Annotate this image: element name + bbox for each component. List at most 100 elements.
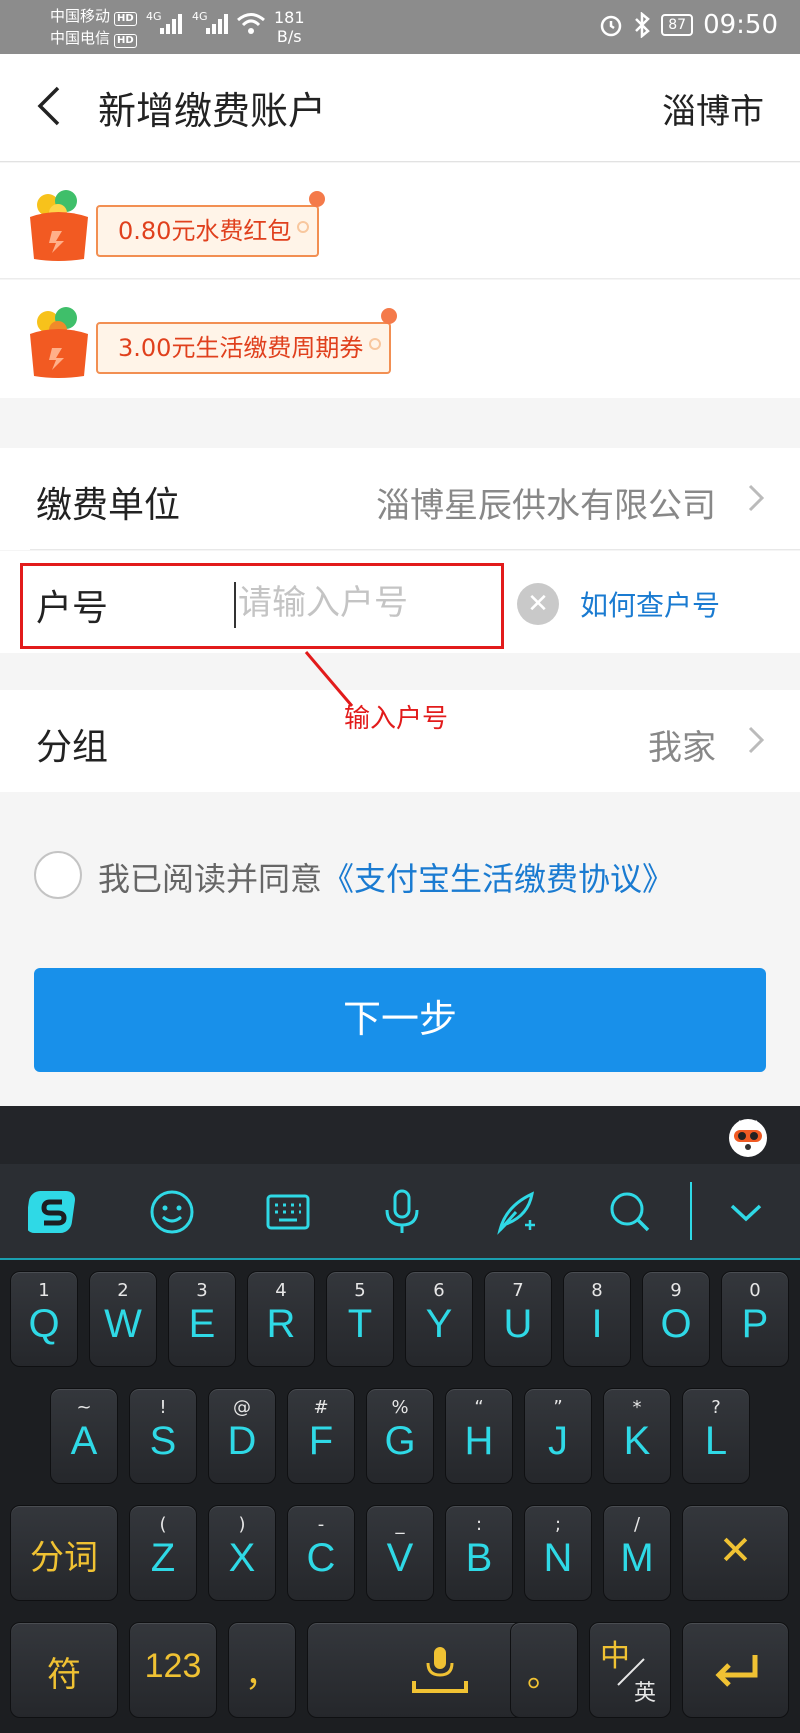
bluetooth-icon [635, 12, 651, 38]
net-speed-value: 181 [274, 8, 305, 27]
key-sup: 7 [512, 1280, 524, 1301]
key-l[interactable]: ? L [682, 1388, 750, 1484]
key-f[interactable]: # F [287, 1388, 355, 1484]
battery-icon: 87 [661, 14, 694, 36]
enter-icon [715, 1655, 758, 1687]
agreement-link[interactable]: 《支付宝生活缴费协议》 [322, 860, 674, 898]
key-h[interactable]: “H [445, 1388, 513, 1484]
key-sup: : [475, 1514, 483, 1535]
key-c[interactable]: -C [287, 1505, 355, 1601]
signal-icon [206, 14, 228, 34]
city-selector[interactable]: 淄博市 [662, 84, 764, 133]
key-t[interactable]: 5T [326, 1271, 394, 1367]
keyboard-candidate-bar [0, 1106, 800, 1164]
key-sup: # [313, 1397, 329, 1418]
key-char: E [188, 1302, 216, 1346]
key-char: G [384, 1419, 416, 1463]
net-speed: 181 B/s [274, 8, 305, 46]
how-to-find-account-link[interactable]: 如何查户号 [580, 584, 720, 624]
key-b[interactable]: :B [445, 1505, 513, 1601]
key-char: L [704, 1419, 728, 1463]
enter-key[interactable] [682, 1622, 789, 1718]
key-sup: 9 [670, 1280, 682, 1301]
symbols-key[interactable]: 符 [10, 1622, 118, 1718]
alarm-icon [600, 15, 622, 37]
agreement-text: 我已阅读并同意《支付宝生活缴费协议》 [98, 854, 674, 900]
status-bar: 中国移动 HD 中国电信 HD 4G 4G 181 B/s 87 09:50 [0, 0, 800, 54]
key-sup: 0 [749, 1280, 761, 1301]
comma-key[interactable]: ， [228, 1622, 296, 1718]
key-char: A [70, 1419, 98, 1463]
key-sup: 5 [354, 1280, 366, 1301]
numbers-key[interactable]: 123 [129, 1622, 217, 1718]
key-z[interactable]: (Z [129, 1505, 197, 1601]
key-sup: ( [159, 1514, 167, 1535]
key-sup: 3 [196, 1280, 208, 1301]
nav-header: 新增缴费账户 淄博市 [0, 54, 800, 162]
key-char: J [548, 1419, 568, 1463]
microphone-icon[interactable] [376, 1186, 428, 1238]
key-sup: ! [159, 1397, 167, 1418]
key-sup: 1 [38, 1280, 50, 1301]
handwriting-pen-icon[interactable] [492, 1186, 544, 1238]
payee-row[interactable]: 缴费单位 淄博星辰供水有限公司 [0, 448, 800, 550]
key-s[interactable]: ! S [129, 1388, 197, 1484]
key-r[interactable]: 4R [247, 1271, 315, 1367]
emoji-icon[interactable] [146, 1186, 198, 1238]
carrier-1: 中国移动 HD [50, 6, 137, 26]
key-char: B [465, 1536, 493, 1580]
language-switch-key[interactable]: 中 英 [589, 1622, 671, 1718]
key-char: I [591, 1302, 603, 1346]
key-char: K [623, 1419, 651, 1463]
back-arrow-icon[interactable] [30, 84, 74, 128]
wifi-icon [237, 13, 265, 34]
key-n[interactable]: ; N [524, 1505, 592, 1601]
coupon-row-2[interactable]: 3.00元生活缴费周期券 [0, 280, 800, 398]
keyboard-mascot-icon[interactable] [726, 1114, 770, 1158]
chevron-right-icon [748, 484, 765, 512]
key-a[interactable]: ~ A [50, 1388, 118, 1484]
key-sup: “ [474, 1397, 484, 1418]
group-label: 分组 [36, 727, 109, 768]
key-d[interactable]: @ D [208, 1388, 276, 1484]
collapse-chevron-icon[interactable] [720, 1186, 772, 1238]
search-icon[interactable] [604, 1186, 656, 1238]
toolbar-separator [690, 1182, 692, 1240]
next-button[interactable]: 下一步 [34, 968, 766, 1072]
key-w[interactable]: 2W [89, 1271, 157, 1367]
key-char: Y [425, 1302, 453, 1346]
key-sup: ) [238, 1514, 246, 1535]
key-e[interactable]: 3E [168, 1271, 236, 1367]
carrier-2: 中国电信 HD [50, 28, 137, 48]
key-o[interactable]: 9O [642, 1271, 710, 1367]
delete-key[interactable]: ✕ [682, 1505, 789, 1601]
period-key[interactable]: 。 [510, 1622, 578, 1718]
payee-value: 淄博星辰供水有限公司 [376, 486, 716, 526]
key-x[interactable]: ) X [208, 1505, 276, 1601]
key-sup: - [317, 1514, 325, 1535]
keyboard-layout-icon[interactable] [262, 1186, 314, 1238]
key-sup: 4 [275, 1280, 287, 1301]
key-u[interactable]: 7U [484, 1271, 552, 1367]
coupon-row-1[interactable]: 0.80元水费红包 [0, 163, 800, 279]
key-m[interactable]: / M [603, 1505, 671, 1601]
highlight-box [20, 563, 504, 649]
key-p[interactable]: 0P [721, 1271, 789, 1367]
carrier-2-name: 中国电信 [50, 29, 111, 47]
agreement-checkbox[interactable] [34, 851, 82, 899]
key-i[interactable]: 8I [563, 1271, 631, 1367]
key-sup: % [391, 1397, 409, 1418]
key-sup: 6 [433, 1280, 445, 1301]
sogou-logo-icon[interactable] [28, 1186, 80, 1238]
net-speed-unit: B/s [276, 27, 302, 46]
key-q[interactable]: 1Q [10, 1271, 78, 1367]
segment-key[interactable]: 分词 [10, 1505, 118, 1601]
key-char: ， [245, 1656, 279, 1694]
key-y[interactable]: 6Y [405, 1271, 473, 1367]
key-char: V [386, 1536, 414, 1580]
key-g[interactable]: % G [366, 1388, 434, 1484]
key-k[interactable]: * K [603, 1388, 671, 1484]
key-j[interactable]: ” J [524, 1388, 592, 1484]
clear-input-icon[interactable]: ✕ [517, 583, 559, 625]
key-v[interactable]: _ V [366, 1505, 434, 1601]
